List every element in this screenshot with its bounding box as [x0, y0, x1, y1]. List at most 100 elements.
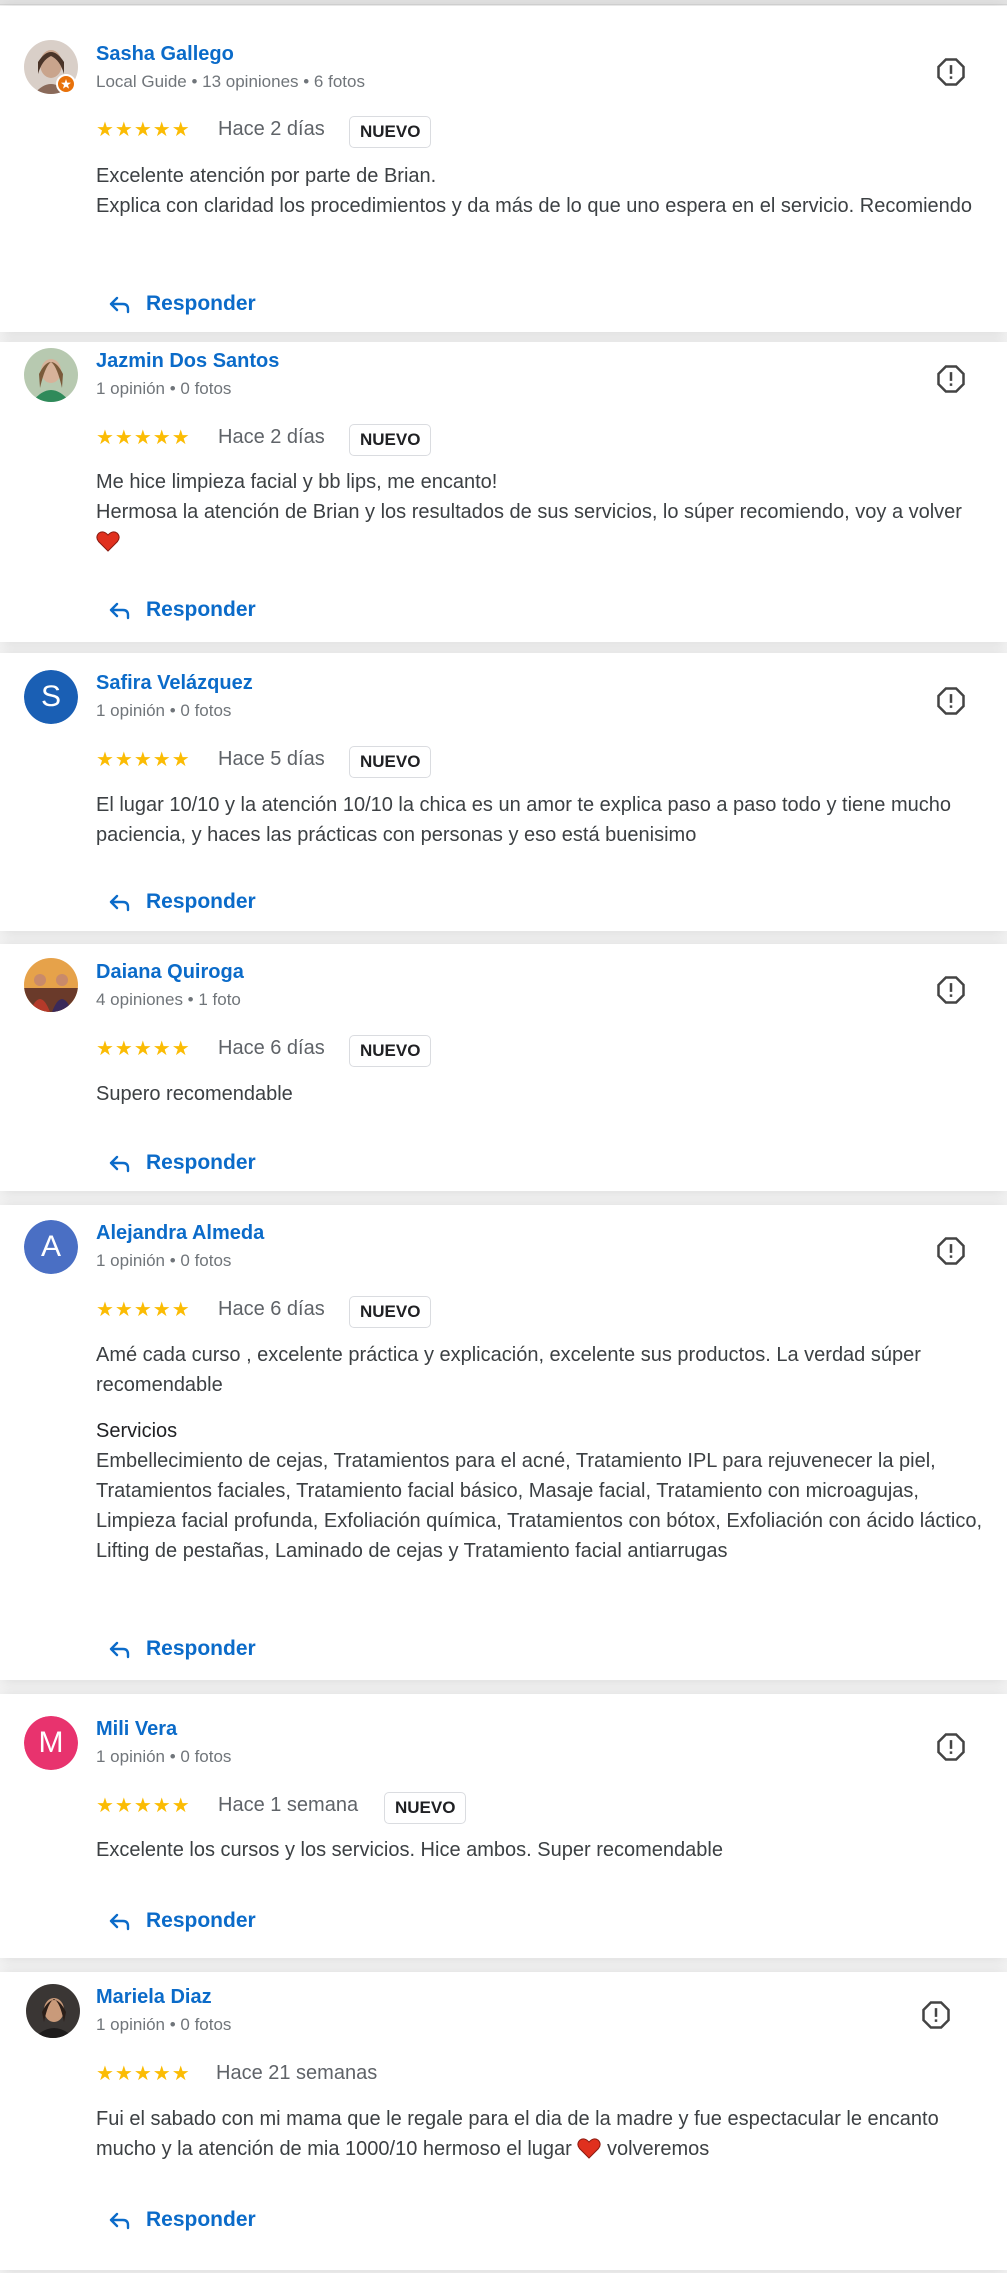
reviewer-meta: 1 opinión • 0 fotos	[96, 379, 232, 398]
star-rating: ★★★★★	[96, 427, 191, 449]
reviewer-name[interactable]: Mariela Diaz	[96, 1986, 212, 2009]
reviewer-name[interactable]: Mili Vera	[96, 1718, 177, 1741]
review-text: Fui el sabado con mi mama que le regale …	[96, 2104, 986, 2164]
review-text: Amé cada curso , excelente práctica y ex…	[96, 1340, 986, 1566]
new-badge: NUEVO	[349, 116, 432, 148]
review-card: Daiana Quiroga 4 opiniones • 1 foto ★★★★…	[0, 944, 1007, 1191]
star-rating: ★★★★★	[96, 1795, 191, 1817]
reply-button[interactable]: Responder	[108, 890, 256, 914]
reviewer-meta: 1 opinión • 0 fotos	[96, 701, 232, 720]
new-badge: NUEVO	[349, 746, 432, 778]
report-flag-icon[interactable]	[936, 364, 966, 394]
review-card: Mariela Diaz 1 opinión • 0 fotos ★★★★★ H…	[0, 1972, 1007, 2270]
reply-arrow-icon	[109, 1155, 130, 1173]
report-flag-icon[interactable]	[921, 2000, 951, 2030]
review-card: M Mili Vera 1 opinión • 0 fotos ★★★★★ Ha…	[0, 1694, 1007, 1958]
review-text: Me hice limpieza facial y bb lips, me en…	[96, 467, 986, 557]
report-flag-icon[interactable]	[936, 1236, 966, 1266]
reply-arrow-icon	[109, 894, 130, 912]
star-rating: ★★★★★	[96, 2063, 191, 2085]
reviewer-name[interactable]: Alejandra Almeda	[96, 1222, 264, 1245]
avatar[interactable]	[24, 348, 78, 402]
reply-arrow-icon	[109, 602, 130, 620]
review-text-line: Fui el sabado con mi mama que le regale …	[96, 2108, 939, 2160]
reply-button[interactable]: Responder	[108, 1637, 256, 1661]
review-card: Jazmin Dos Santos 1 opinión • 0 fotos ★★…	[0, 342, 1007, 642]
reply-label: Responder	[146, 1637, 256, 1660]
reviewer-meta: 4 opiniones • 1 foto	[96, 990, 241, 1009]
star-rating: ★★★★★	[96, 119, 191, 141]
new-badge: NUEVO	[349, 424, 432, 456]
review-text-line: Excelente atención por parte de Brian.	[96, 165, 437, 187]
avatar[interactable]	[24, 958, 78, 1012]
top-divider	[0, 0, 1007, 5]
reviewer-name[interactable]: Safira Velázquez	[96, 672, 253, 695]
review-text-line: El lugar 10/10 y la atención 10/10 la ch…	[96, 794, 951, 846]
review-text: Excelente los cursos y los servicios. Hi…	[96, 1835, 986, 1865]
avatar[interactable]: A	[24, 1220, 78, 1274]
review-text-line: Me hice limpieza facial y bb lips, me en…	[96, 471, 498, 493]
photo-avatar-icon	[24, 958, 78, 1012]
review-time: Hace 6 días	[218, 1037, 325, 1059]
photo-avatar-icon	[24, 348, 78, 402]
report-flag-icon[interactable]	[936, 57, 966, 87]
review-text-line: volveremos	[606, 2138, 710, 2160]
local-guide-badge-icon	[56, 74, 76, 94]
review-time: Hace 21 semanas	[216, 2062, 378, 2084]
reviewer-name[interactable]: Daiana Quiroga	[96, 961, 244, 984]
reply-arrow-icon	[109, 1641, 130, 1659]
reviewer-name[interactable]: Jazmin Dos Santos	[96, 350, 279, 373]
review-time: Hace 6 días	[218, 1298, 325, 1320]
reply-button[interactable]: Responder	[108, 598, 256, 622]
review-time: Hace 2 días	[218, 426, 325, 448]
avatar-letter: S	[40, 680, 61, 713]
reply-label: Responder	[146, 292, 256, 315]
review-card: Sasha Gallego Local Guide • 13 opiniones…	[0, 6, 1007, 332]
reply-button[interactable]: Responder	[108, 1151, 256, 1175]
avatar-letter: A	[40, 1230, 61, 1263]
review-time: Hace 5 días	[218, 748, 325, 770]
heart-emoji-icon	[577, 2138, 602, 2159]
heart-emoji-icon	[96, 531, 120, 552]
report-flag-icon[interactable]	[936, 686, 966, 716]
star-rating: ★★★★★	[96, 1038, 191, 1060]
avatar[interactable]	[26, 1984, 80, 2038]
review-text-line: Excelente los cursos y los servicios. Hi…	[96, 1839, 723, 1861]
services-title: Servicios	[96, 1420, 178, 1442]
review-time: Hace 1 semana	[218, 1794, 359, 1816]
review-text: Supero recomendable	[96, 1079, 986, 1109]
reply-label: Responder	[146, 2208, 256, 2231]
reviewer-meta: 1 opinión • 0 fotos	[96, 1251, 232, 1270]
reply-label: Responder	[146, 1909, 256, 1932]
review-text-line: Supero recomendable	[96, 1083, 293, 1105]
reviewer-meta: 1 opinión • 0 fotos	[96, 2015, 232, 2034]
reply-label: Responder	[146, 598, 256, 621]
review-card: S Safira Velázquez 1 opinión • 0 fotos ★…	[0, 653, 1007, 931]
report-flag-icon[interactable]	[936, 1732, 966, 1762]
reply-button[interactable]: Responder	[108, 292, 256, 316]
reply-button[interactable]: Responder	[108, 2208, 256, 2232]
review-text-line: Amé cada curso , excelente práctica y ex…	[96, 1344, 921, 1396]
review-time: Hace 2 días	[218, 118, 325, 140]
review-text-line: Hermosa la atención de Brian y los resul…	[96, 501, 962, 523]
reply-button[interactable]: Responder	[108, 1909, 256, 1933]
avatar[interactable]: S	[24, 670, 78, 724]
review-text-line: Explica con claridad los procedimientos …	[96, 195, 973, 217]
review-card: A Alejandra Almeda 1 opinión • 0 fotos ★…	[0, 1205, 1007, 1680]
reviewer-meta: 1 opinión • 0 fotos	[96, 1747, 232, 1766]
reply-arrow-icon	[109, 296, 130, 314]
star-rating: ★★★★★	[96, 749, 191, 771]
new-badge: NUEVO	[349, 1296, 432, 1328]
reply-label: Responder	[146, 890, 256, 913]
report-flag-icon[interactable]	[936, 975, 966, 1005]
reviewer-meta: Local Guide • 13 opiniones • 6 fotos	[96, 72, 365, 91]
reply-label: Responder	[146, 1151, 256, 1174]
review-text: Excelente atención por parte de Brian. E…	[96, 161, 986, 221]
reply-arrow-icon	[109, 2212, 130, 2230]
reply-arrow-icon	[109, 1913, 130, 1931]
star-rating: ★★★★★	[96, 1299, 191, 1321]
avatar[interactable]: M	[24, 1716, 78, 1770]
new-badge: NUEVO	[349, 1035, 432, 1067]
reviewer-name[interactable]: Sasha Gallego	[96, 43, 234, 66]
photo-avatar-icon	[26, 1984, 80, 2038]
